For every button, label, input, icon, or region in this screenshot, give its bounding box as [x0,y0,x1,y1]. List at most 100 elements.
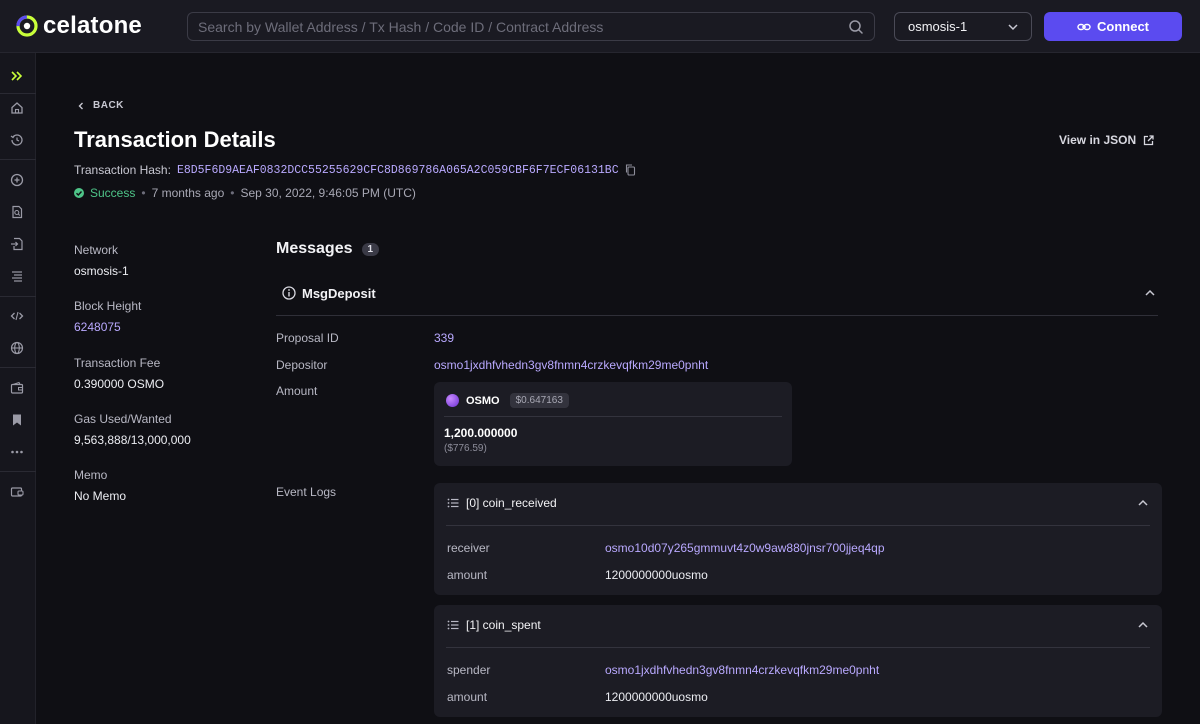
check-circle-icon [74,188,84,198]
celatone-logo-icon [16,15,38,37]
event-log-header[interactable]: [0] coin_received [447,496,557,510]
token-price-badge: $0.647163 [509,393,569,408]
transaction-hash-value[interactable]: E8D5F6D9AEAF0832DCC55255629CFC8D869786A0… [177,164,619,177]
sidebar-divider [0,296,36,297]
sidebar-divider [0,93,36,94]
view-json-button[interactable]: View in JSON [1059,133,1154,147]
back-button[interactable]: BACK [77,100,124,111]
info-fee: Transaction Fee 0.390000 OSMO [74,356,164,391]
bookmark-icon[interactable] [9,412,25,428]
transaction-hash-row: Transaction Hash: E8D5F6D9AEAF0832DCC552… [74,163,636,177]
block-height-link[interactable]: 6248075 [74,320,141,334]
event-log-title: [0] coin_received [466,496,557,510]
chevrons-right-icon[interactable] [9,68,25,84]
token-name: OSMO [466,394,500,407]
message-type: MsgDeposit [302,286,376,301]
list-icon [447,620,459,630]
event-log-title: [1] coin_spent [466,618,541,632]
divider [446,525,1150,526]
info-label: Memo [74,468,108,482]
spender-address-link[interactable]: osmo1jxdhfvhedn3gv8fnmn4crzkevqfkm29me0p… [605,663,879,677]
chevron-up-icon[interactable] [1137,497,1149,509]
proposal-id-link[interactable]: 339 [434,331,454,345]
external-link-icon [1143,134,1154,145]
separator-dot: • [230,186,235,200]
event-attr-label: receiver [447,541,490,555]
event-attr-label: amount [447,690,488,704]
status-badge: Success [90,186,136,200]
info-value: 0.390000 OSMO [74,377,165,391]
messages-heading: Messages 1 [276,240,380,258]
chevron-left-icon [78,102,83,109]
event-logs-label: Event Logs [276,485,337,499]
chevron-up-icon[interactable] [1137,619,1149,631]
info-memo: Memo No Memo [74,468,126,503]
copy-icon[interactable] [625,164,636,176]
logo[interactable]: celatone [16,13,142,39]
relative-time: 7 months ago [151,186,225,200]
depositor-label: Depositor [276,358,328,372]
depositor-address-link[interactable]: osmo1jxdhfvhedn3gv8fnmn4crzkevqfkm29me0p… [434,358,708,372]
chevron-up-icon[interactable] [1144,287,1156,299]
list-icon[interactable] [9,268,25,284]
search-doc-icon[interactable] [9,204,25,220]
info-label: Network [74,243,119,257]
info-value: 9,563,888/13,000,000 [74,433,191,447]
logo-text: celatone [43,12,142,39]
amount-card: OSMO $0.647163 1,200.000000 ($776.59) [434,382,792,466]
info-network: Network osmosis-1 [74,243,129,278]
card-icon[interactable] [9,484,25,500]
search-icon[interactable] [848,19,864,35]
wallet-icon[interactable] [9,380,25,396]
sidebar [0,53,36,724]
search-input[interactable] [198,18,848,35]
token-info: OSMO $0.647163 [446,393,569,408]
info-gas: Gas Used/Wanted 9,563,888/13,000,000 [74,412,191,447]
back-label: BACK [93,100,124,111]
osmo-token-icon [446,394,459,407]
view-json-label: View in JSON [1059,133,1137,147]
info-icon [282,286,296,300]
event-log-header[interactable]: [1] coin_spent [447,618,541,632]
plus-circle-icon[interactable] [9,172,25,188]
receiver-address-link[interactable]: osmo10d07y265gmmuvt4z0w9aw880jnsr700jjeq… [605,541,885,555]
top-header: celatone osmosis-1 Connect [0,0,1200,53]
amount-label: Amount [276,384,318,398]
code-icon[interactable] [9,308,25,324]
messages-count-badge: 1 [361,242,380,256]
list-icon [447,498,459,508]
divider [446,647,1150,648]
separator-dot: • [141,186,146,200]
sidebar-divider [0,471,36,472]
info-block-height: Block Height 6248075 [74,299,141,334]
info-label: Transaction Fee [74,356,161,370]
event-attr-label: spender [447,663,491,677]
page-title: Transaction Details [74,127,276,152]
info-value: No Memo [74,489,127,503]
info-label: Gas Used/Wanted [74,412,172,426]
network-select[interactable]: osmosis-1 [894,12,1032,41]
network-select-value: osmosis-1 [908,19,968,34]
sidebar-divider [0,159,36,160]
home-icon[interactable] [9,100,25,116]
history-icon[interactable] [9,132,25,148]
divider [444,416,782,417]
sidebar-divider [0,367,36,368]
messages-title: Messages [276,240,353,257]
link-icon [1077,23,1091,30]
event-attr-value: 1200000000uosmo [605,690,708,704]
proposal-id-label: Proposal ID [276,331,339,345]
search-bar[interactable] [187,12,875,41]
info-label: Block Height [74,299,142,313]
message-accordion-header[interactable]: MsgDeposit [276,283,1158,316]
file-import-icon[interactable] [9,236,25,252]
info-value: osmosis-1 [74,264,129,278]
connect-button[interactable]: Connect [1044,12,1182,41]
chevron-down-icon [1008,23,1018,30]
event-attr-label: amount [447,568,488,582]
token-usd-value: ($776.59) [444,443,487,454]
globe-icon[interactable] [9,340,25,356]
more-icon[interactable] [9,444,25,460]
connect-button-label: Connect [1097,19,1149,34]
token-amount: 1,200.000000 [444,426,518,440]
